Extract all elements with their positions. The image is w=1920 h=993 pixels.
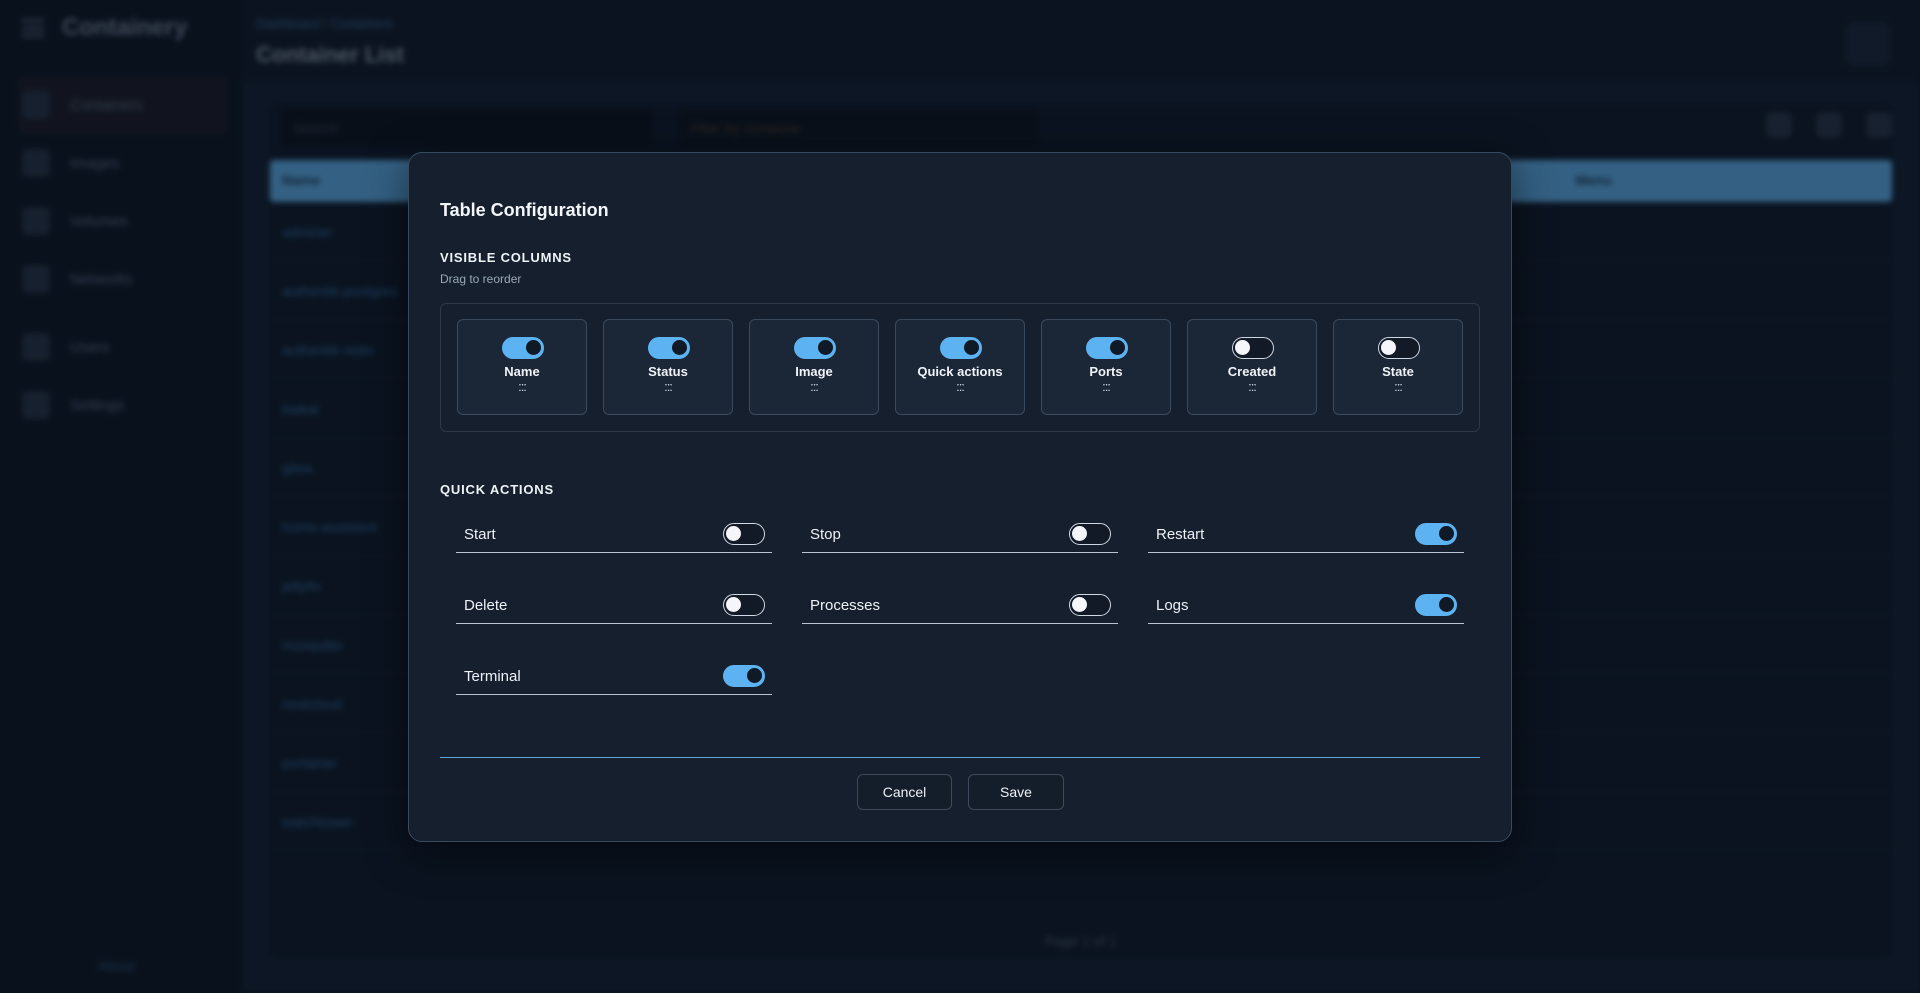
toggle-knob xyxy=(747,668,762,683)
quick-action-label: Delete xyxy=(464,597,508,614)
quick-action-start: Start xyxy=(456,515,772,553)
drag-handle-icon[interactable]: ::: xyxy=(1188,379,1316,394)
column-toggle-name[interactable] xyxy=(502,337,544,359)
toggle-knob xyxy=(1439,526,1454,541)
table-configuration-dialog: Table Configuration VISIBLE COLUMNS Drag… xyxy=(408,152,1512,842)
quick-action-toggle-stop[interactable] xyxy=(1069,523,1111,545)
drag-handle-icon[interactable]: ::: xyxy=(1042,379,1170,394)
dialog-title: Table Configuration xyxy=(440,200,609,220)
drag-handle-icon[interactable]: ::: xyxy=(458,379,586,394)
quick-action-label: Processes xyxy=(810,597,881,614)
quick-action-restart: Restart xyxy=(1148,515,1464,553)
drag-handle-icon[interactable]: ::: xyxy=(750,379,878,394)
toggle-knob xyxy=(1381,340,1396,355)
column-toggle-created[interactable] xyxy=(1232,337,1274,359)
column-label: State xyxy=(1382,364,1414,379)
quick-action-terminal: Terminal xyxy=(456,657,772,695)
drag-handle-icon[interactable]: ::: xyxy=(604,379,732,394)
toggle-knob xyxy=(1235,340,1250,355)
quick-action-label: Terminal xyxy=(464,668,521,685)
toggle-knob xyxy=(1110,340,1125,355)
cancel-button[interactable]: Cancel xyxy=(857,774,952,810)
visible-columns-hint: Drag to reorder xyxy=(440,272,522,286)
toggle-knob xyxy=(818,340,833,355)
drag-handle-icon[interactable]: ::: xyxy=(896,379,1024,394)
quick-action-toggle-start[interactable] xyxy=(723,523,765,545)
toggle-knob xyxy=(1072,597,1087,612)
column-label: Name xyxy=(504,364,540,379)
toggle-knob xyxy=(964,340,979,355)
quick-action-label: Logs xyxy=(1156,597,1189,614)
quick-action-toggle-terminal[interactable] xyxy=(723,665,765,687)
column-label: Created xyxy=(1227,364,1277,379)
column-label: Image xyxy=(795,364,833,379)
column-toggle-quick-actions[interactable] xyxy=(940,337,982,359)
toggle-knob xyxy=(726,526,741,541)
column-card-status[interactable]: Status ::: xyxy=(603,319,733,415)
column-toggle-image[interactable] xyxy=(794,337,836,359)
quick-action-toggle-logs[interactable] xyxy=(1415,594,1457,616)
dialog-divider xyxy=(440,757,1480,758)
toggle-knob xyxy=(1072,526,1087,541)
drag-handle-icon[interactable]: ::: xyxy=(1334,379,1462,394)
quick-action-toggle-processes[interactable] xyxy=(1069,594,1111,616)
quick-action-delete: Delete xyxy=(456,586,772,624)
column-card-ports[interactable]: Ports ::: xyxy=(1041,319,1171,415)
column-card-state[interactable]: State ::: xyxy=(1333,319,1463,415)
save-button[interactable]: Save xyxy=(968,774,1064,810)
toggle-knob xyxy=(726,597,741,612)
quick-action-toggle-restart[interactable] xyxy=(1415,523,1457,545)
quick-action-label: Stop xyxy=(810,526,841,543)
toggle-knob xyxy=(672,340,687,355)
column-label: Status xyxy=(648,364,688,379)
column-card-quick-actions[interactable]: Quick actions ::: xyxy=(895,319,1025,415)
toggle-knob xyxy=(1439,597,1454,612)
quick-actions-heading: QUICK ACTIONS xyxy=(440,482,554,497)
column-card-name[interactable]: Name ::: xyxy=(457,319,587,415)
column-label: Ports xyxy=(1089,364,1123,379)
quick-action-label: Restart xyxy=(1156,526,1205,543)
quick-action-stop: Stop xyxy=(802,515,1118,553)
column-label: Quick actions xyxy=(917,364,1003,379)
visible-columns-heading: VISIBLE COLUMNS xyxy=(440,250,572,265)
quick-action-toggle-delete[interactable] xyxy=(723,594,765,616)
column-toggle-status[interactable] xyxy=(648,337,690,359)
column-toggle-ports[interactable] xyxy=(1086,337,1128,359)
toggle-knob xyxy=(526,340,541,355)
quick-action-logs: Logs xyxy=(1148,586,1464,624)
quick-action-processes: Processes xyxy=(802,586,1118,624)
quick-action-label: Start xyxy=(464,526,496,543)
column-card-created[interactable]: Created ::: xyxy=(1187,319,1317,415)
column-card-image[interactable]: Image ::: xyxy=(749,319,879,415)
column-toggle-state[interactable] xyxy=(1378,337,1420,359)
